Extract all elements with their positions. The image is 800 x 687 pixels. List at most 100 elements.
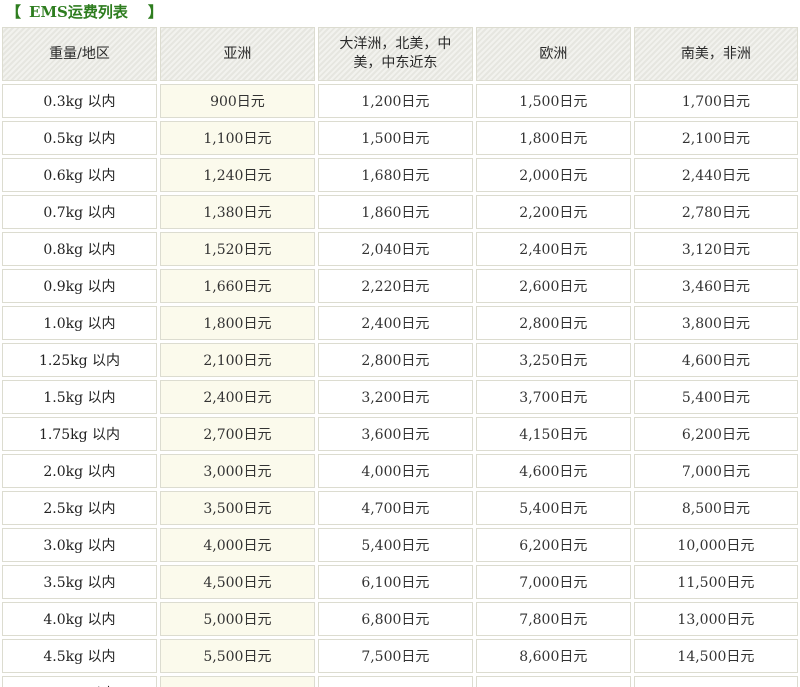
asia-cell: 5,000日元 [159,602,315,636]
europe-cell: 6,200日元 [475,528,631,562]
table-row: 2.5kg 以内 3,500日元 4,700日元 5,400日元 8,500日元 [2,491,798,525]
south-america-africa-cell: 10,000日元 [633,528,798,562]
ems-rate-table: 重量/地区 亚洲 大洋洲，北美，中美，中东近东 欧洲 南美，非洲 0.3kg 以… [0,24,800,687]
table-row: 0.7kg 以内 1,380日元 1,860日元 2,200日元 2,780日元 [2,195,798,229]
europe-cell: 4,600日元 [475,454,631,488]
header-europe: 欧洲 [475,27,631,81]
asia-cell: 1,660日元 [159,269,315,303]
table-title: 【 EMS运费列表 】 [0,0,800,24]
asia-cell: 2,100日元 [159,343,315,377]
oceania-americas-cell: 7,500日元 [317,639,473,673]
table-row: 1.5kg 以内 2,400日元 3,200日元 3,700日元 5,400日元 [2,380,798,414]
table-row: 1.75kg 以内 2,700日元 3,600日元 4,150日元 6,200日元 [2,417,798,451]
oceania-americas-cell: 8,200日元 [317,676,473,687]
asia-cell: 3,000日元 [159,454,315,488]
south-america-africa-cell: 2,780日元 [633,195,798,229]
europe-cell: 9,400日元 [475,676,631,687]
europe-cell: 2,600日元 [475,269,631,303]
oceania-americas-cell: 1,860日元 [317,195,473,229]
weight-cell: 0.3kg 以内 [2,84,157,118]
south-america-africa-cell: 2,440日元 [633,158,798,192]
asia-cell: 4,000日元 [159,528,315,562]
south-america-africa-cell: 16,000日元 [633,676,798,687]
south-america-africa-cell: 11,500日元 [633,565,798,599]
south-america-africa-cell: 14,500日元 [633,639,798,673]
weight-cell: 1.5kg 以内 [2,380,157,414]
asia-cell: 1,100日元 [159,121,315,155]
oceania-americas-cell: 3,200日元 [317,380,473,414]
asia-cell: 4,500日元 [159,565,315,599]
europe-cell: 3,250日元 [475,343,631,377]
asia-cell: 1,380日元 [159,195,315,229]
oceania-americas-cell: 4,700日元 [317,491,473,525]
table-row: 0.5kg 以内 1,100日元 1,500日元 1,800日元 2,100日元 [2,121,798,155]
asia-cell: 900日元 [159,84,315,118]
weight-cell: 5.0kg 以内 [2,676,157,687]
oceania-americas-cell: 5,400日元 [317,528,473,562]
table-row: 3.5kg 以内 4,500日元 6,100日元 7,000日元 11,500日元 [2,565,798,599]
oceania-americas-cell: 6,100日元 [317,565,473,599]
europe-cell: 5,400日元 [475,491,631,525]
oceania-americas-cell: 3,600日元 [317,417,473,451]
asia-cell: 5,500日元 [159,639,315,673]
table-row: 0.6kg 以内 1,240日元 1,680日元 2,000日元 2,440日元 [2,158,798,192]
europe-cell: 7,800日元 [475,602,631,636]
table-row: 5.0kg 以内6,000日元8,200日元9,400日元16,000日元 [2,676,798,687]
weight-cell: 4.0kg 以内 [2,602,157,636]
asia-cell: 3,500日元 [159,491,315,525]
europe-cell: 2,000日元 [475,158,631,192]
south-america-africa-cell: 5,400日元 [633,380,798,414]
oceania-americas-cell: 4,000日元 [317,454,473,488]
weight-cell: 1.0kg 以内 [2,306,157,340]
oceania-americas-cell: 1,680日元 [317,158,473,192]
europe-cell: 2,200日元 [475,195,631,229]
weight-cell: 4.5kg 以内 [2,639,157,673]
table-row: 0.8kg 以内 1,520日元 2,040日元 2,400日元 3,120日元 [2,232,798,266]
title-text: EMS运费列表 [29,3,128,21]
weight-cell: 0.7kg 以内 [2,195,157,229]
table-row: 0.9kg 以内 1,660日元 2,220日元 2,600日元 3,460日元 [2,269,798,303]
table-row: 2.0kg 以内 3,000日元 4,000日元 4,600日元 7,000日元 [2,454,798,488]
weight-cell: 0.9kg 以内 [2,269,157,303]
weight-cell: 0.5kg 以内 [2,121,157,155]
europe-cell: 1,800日元 [475,121,631,155]
south-america-africa-cell: 4,600日元 [633,343,798,377]
table-row: 4.0kg 以内 5,000日元 6,800日元 7,800日元 13,000日元 [2,602,798,636]
oceania-americas-cell: 2,040日元 [317,232,473,266]
header-row: 重量/地区 亚洲 大洋洲，北美，中美，中东近东 欧洲 南美，非洲 [2,27,798,81]
south-america-africa-cell: 7,000日元 [633,454,798,488]
europe-cell: 2,800日元 [475,306,631,340]
south-america-africa-cell: 13,000日元 [633,602,798,636]
oceania-americas-cell: 1,500日元 [317,121,473,155]
europe-cell: 4,150日元 [475,417,631,451]
table-row: 4.5kg 以内 5,500日元 7,500日元 8,600日元 14,500日元 [2,639,798,673]
oceania-americas-cell: 1,200日元 [317,84,473,118]
header-oceania-americas-mideast: 大洋洲，北美，中美，中东近东 [317,27,473,81]
south-america-africa-cell: 3,460日元 [633,269,798,303]
table-row: 0.3kg 以内 900日元 1,200日元 1,500日元 1,700日元 [2,84,798,118]
europe-cell: 1,500日元 [475,84,631,118]
south-america-africa-cell: 1,700日元 [633,84,798,118]
weight-cell: 2.0kg 以内 [2,454,157,488]
weight-cell: 0.6kg 以内 [2,158,157,192]
europe-cell: 2,400日元 [475,232,631,266]
asia-cell: 1,800日元 [159,306,315,340]
south-america-africa-cell: 2,100日元 [633,121,798,155]
weight-cell: 3.0kg 以内 [2,528,157,562]
table-row: 1.25kg 以内 2,100日元 2,800日元 3,250日元 4,600日元 [2,343,798,377]
table-row: 3.0kg 以内 4,000日元 5,400日元 6,200日元 10,000日元 [2,528,798,562]
oceania-americas-cell: 2,220日元 [317,269,473,303]
asia-cell: 2,700日元 [159,417,315,451]
europe-cell: 3,700日元 [475,380,631,414]
weight-cell: 1.25kg 以内 [2,343,157,377]
header-weight-region: 重量/地区 [2,27,157,81]
oceania-americas-cell: 2,800日元 [317,343,473,377]
weight-cell: 3.5kg 以内 [2,565,157,599]
header-south-america-africa: 南美，非洲 [633,27,798,81]
asia-cell: 1,520日元 [159,232,315,266]
rate-table-body: 0.3kg 以内 900日元 1,200日元 1,500日元 1,700日元 0.5kg … [2,84,798,687]
weight-cell: 1.75kg 以内 [2,417,157,451]
asia-cell: 6,000日元 [159,676,315,687]
title-bracket-right: 】 [147,3,163,21]
europe-cell: 8,600日元 [475,639,631,673]
